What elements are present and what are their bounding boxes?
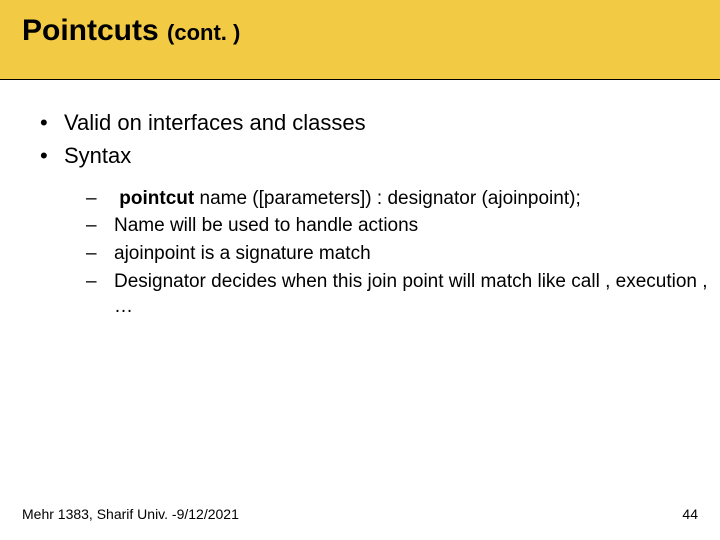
content-area: Valid on interfaces and classes Syntax p…	[0, 80, 720, 320]
header-band: Pointcuts (cont. )	[0, 0, 720, 80]
pointcut-keyword: pointcut	[119, 188, 194, 209]
footer-left: Mehr 1383, Sharif Univ. -9/12/2021	[22, 506, 239, 522]
syntax-rest: name ([parameters]) : designator (ajoinp…	[194, 188, 581, 209]
title-cont: (cont. )	[167, 20, 240, 45]
sub-item: Name will be used to handle actions	[86, 213, 720, 239]
bullet-item: Valid on interfaces and classes	[40, 108, 720, 139]
bullet-list: Valid on interfaces and classes Syntax	[0, 108, 720, 172]
bullet-item: Syntax	[40, 141, 720, 172]
slide-title: Pointcuts (cont. )	[22, 14, 240, 48]
sub-item: ajoinpoint is a signature match	[86, 241, 720, 267]
title-main: Pointcuts	[22, 14, 159, 47]
page-number: 44	[682, 506, 698, 522]
sub-item: pointcut name ([parameters]) : designato…	[86, 186, 720, 212]
footer: Mehr 1383, Sharif Univ. -9/12/2021 44	[22, 506, 698, 522]
sub-item: Designator decides when this join point …	[86, 269, 720, 320]
sub-list: pointcut name ([parameters]) : designato…	[0, 186, 720, 320]
